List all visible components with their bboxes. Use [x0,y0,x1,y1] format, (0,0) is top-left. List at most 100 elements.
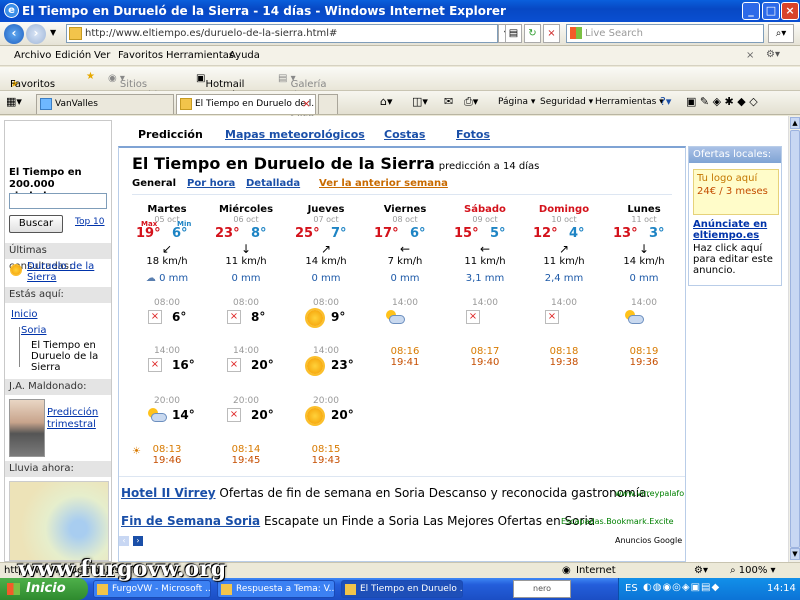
menu-pagina[interactable]: Página ▾ [498,97,535,107]
tab-vanvalles[interactable]: VanValles [36,94,174,114]
nero-search-box[interactable]: nero [513,580,571,598]
refresh-icon[interactable]: ↻ [524,24,541,43]
nav-mapas[interactable]: Mapas meteorológicos [225,128,365,141]
rain-map[interactable] [9,481,109,561]
task-eltiempo[interactable]: El Tiempo en Duruelo ... [341,580,463,598]
rain-heading: Lluvia ahora: [5,461,111,477]
menu-ayuda[interactable]: Ayuda [229,50,260,61]
close-button[interactable]: × [781,2,799,20]
ads-next-icon[interactable]: › [133,536,143,546]
day-column[interactable]: Sábado 09 oct 15° 5° ← 11 km/h 3,1 mm [450,204,520,284]
day-column[interactable]: Viernes 08 oct 17° 6° ← 7 km/h 0 mm [370,204,440,284]
web-slice-gallery[interactable]: ▤ Galería de Web Slice ▾ [278,73,326,123]
language-indicator[interactable]: ES [625,583,638,594]
nav-costas[interactable]: Costas [384,128,425,141]
recent-city-link[interactable]: Duruelo de la Sierra [27,261,107,283]
ad-finde-url[interactable]: Escapadas.Bookmark.Excite [561,517,674,526]
scroll-down-icon[interactable]: ▼ [790,548,800,560]
hotmail-link[interactable]: ▣ Hotmail gratuito [196,73,245,101]
ad-hotel[interactable]: Hotel II Virrey Ofertas de fin de semana… [121,486,684,500]
favorites-bar: ★ Favoritos ★ ◉ Sitios sugeridos ▾ ▣ Hot… [0,67,800,123]
home-icon[interactable]: ⌂▾ [380,95,393,108]
scroll-thumb[interactable] [790,130,800,548]
tab-eltiempo[interactable]: El Tiempo en Duruelo de l... × [176,94,316,114]
ad-hotel-title[interactable]: Hotel II Virrey [121,486,216,500]
menu-seguridad[interactable]: Seguridad ▾ [540,97,593,107]
search-icon[interactable]: ⌕▾ [768,24,794,43]
day-column[interactable]: Miércoles 06 oct 23° 8° ↓ 11 km/h 0 mm [211,204,281,284]
maximize-button[interactable]: □ [762,2,780,20]
ad-finde[interactable]: Fin de Semana Soria Escapate un Finde a … [121,514,681,528]
wind-speed: 14 km/h [623,256,665,267]
sunset-time: 19:46 [152,455,182,466]
min-temp: 6° [172,226,188,241]
tab-detallada[interactable]: Detallada [246,178,300,189]
task-respuesta[interactable]: Respuesta a Tema: V... [217,580,335,598]
menu-archivo[interactable]: Archivo [14,50,51,61]
advertise-link[interactable]: Anúnciate en eltiempo.es [693,219,779,241]
quick-tabs-icon[interactable]: ▦▾ [6,95,22,108]
favorites-label: Favoritos [10,79,56,90]
toolbar-options-icon[interactable]: ⚙▾ [766,49,780,60]
title-bar[interactable]: e El Tiempo en Durueló de la Sierra - 14… [0,0,800,22]
zoom-control[interactable]: ⌕ 100% ▾ [730,565,776,576]
address-input[interactable]: http://www.eltiempo.es/duruelo-de-la-sie… [66,24,498,43]
new-tab-button[interactable] [318,94,338,114]
top10-link[interactable]: Top 10 [75,217,105,227]
watermark: www.furgovw.org [18,556,227,582]
print-icon[interactable]: ⎙▾ [464,95,478,109]
menu-edicion[interactable]: Edición [55,50,91,61]
ads-by-google[interactable]: Anuncios Google [615,536,682,545]
search-input[interactable]: Live Search [566,24,764,43]
suggested-sites[interactable]: ◉ Sitios sugeridos ▾ [108,73,169,101]
ad-hotel-url[interactable]: www.virreypalafo [615,489,684,498]
day-column[interactable]: Martes 05 oct Max Min 19° 6° ↙ 18 km/h ☁ 0 mm [132,204,202,284]
tab-bar: ▦▾ VanValles El Tiempo en Duruelo de l..… [0,91,800,115]
research-icon[interactable]: ▣ ✎ ◈ ✱ ◆ ◇ [686,95,758,108]
add-favorite-icon[interactable]: ★ [86,71,95,82]
minimize-button[interactable]: _ [742,2,760,20]
slot-hour: 14:00 [551,298,577,308]
slot-hour: 14:00 [154,346,180,356]
back-button[interactable]: ‹ [4,24,24,44]
breadcrumb-heading: Estás aquí: [5,287,111,303]
search-button[interactable]: Buscar [9,215,63,233]
ads-prev-icon[interactable]: ‹ [119,536,129,546]
nav-prediccion[interactable]: Predicción [138,128,203,141]
close-bar-icon[interactable]: × [746,50,754,61]
help-icon[interactable]: ?▾ [660,95,671,108]
menu-ver[interactable]: Ver [94,50,110,61]
history-dropdown-icon[interactable]: ▼ [50,28,56,37]
breadcrumb-inicio[interactable]: Inicio [11,309,37,320]
trimestral-link[interactable]: Predicción trimestral [47,407,109,431]
temps: 17° 6° [370,224,440,242]
feeds-icon[interactable]: ◫▾ [412,95,428,108]
tab-por-hora[interactable]: Por hora [187,178,235,189]
logo-ad[interactable]: Tu logo aquí 24€ / 3 meses [693,169,779,215]
tab-general[interactable]: General [132,178,176,189]
city-search-input[interactable] [9,193,107,209]
tray-icons[interactable]: ◐◍◉◎◈▣▤◆ [643,582,720,593]
forward-button[interactable]: › [26,24,46,44]
compat-icon[interactable]: ▤ [505,24,522,43]
vertical-scrollbar[interactable]: ▲ ▼ [788,116,800,562]
sunrise-time: 08:15 [311,444,341,455]
previous-week-link[interactable]: Ver la anterior semana [319,178,448,189]
day-column[interactable]: Lunes 11 oct 13° 3° ↓ 14 km/h 0 mm [609,204,679,284]
task-furgovw[interactable]: FurgoVW - Microsoft ... [93,580,211,598]
menu-herramientas[interactable]: Herramientas [166,50,234,61]
protected-mode-icon[interactable]: ⚙▾ [694,565,708,576]
stop-icon[interactable]: × [543,24,560,43]
day-column[interactable]: Domingo 10 oct 12° 4° ↗ 11 km/h 2,4 mm [529,204,599,284]
mail-icon[interactable]: ✉ [444,95,453,108]
hour-slot: 20:00 14° [132,396,202,444]
tab-close-icon[interactable]: × [302,95,311,113]
menu-favoritos[interactable]: Favoritos [118,50,163,61]
scroll-up-icon[interactable]: ▲ [790,117,800,129]
day-column[interactable]: Jueves 07 oct 25° 7° ↗ 14 km/h 0 mm [291,204,361,284]
nav-fotos[interactable]: Fotos [456,128,490,141]
ad-finde-title[interactable]: Fin de Semana Soria [121,514,260,528]
menu-herramientas-cmd[interactable]: Herramientas ▾ [595,97,664,107]
site-favicon-icon [69,27,82,40]
hour-slot: 14:00 [609,298,679,346]
